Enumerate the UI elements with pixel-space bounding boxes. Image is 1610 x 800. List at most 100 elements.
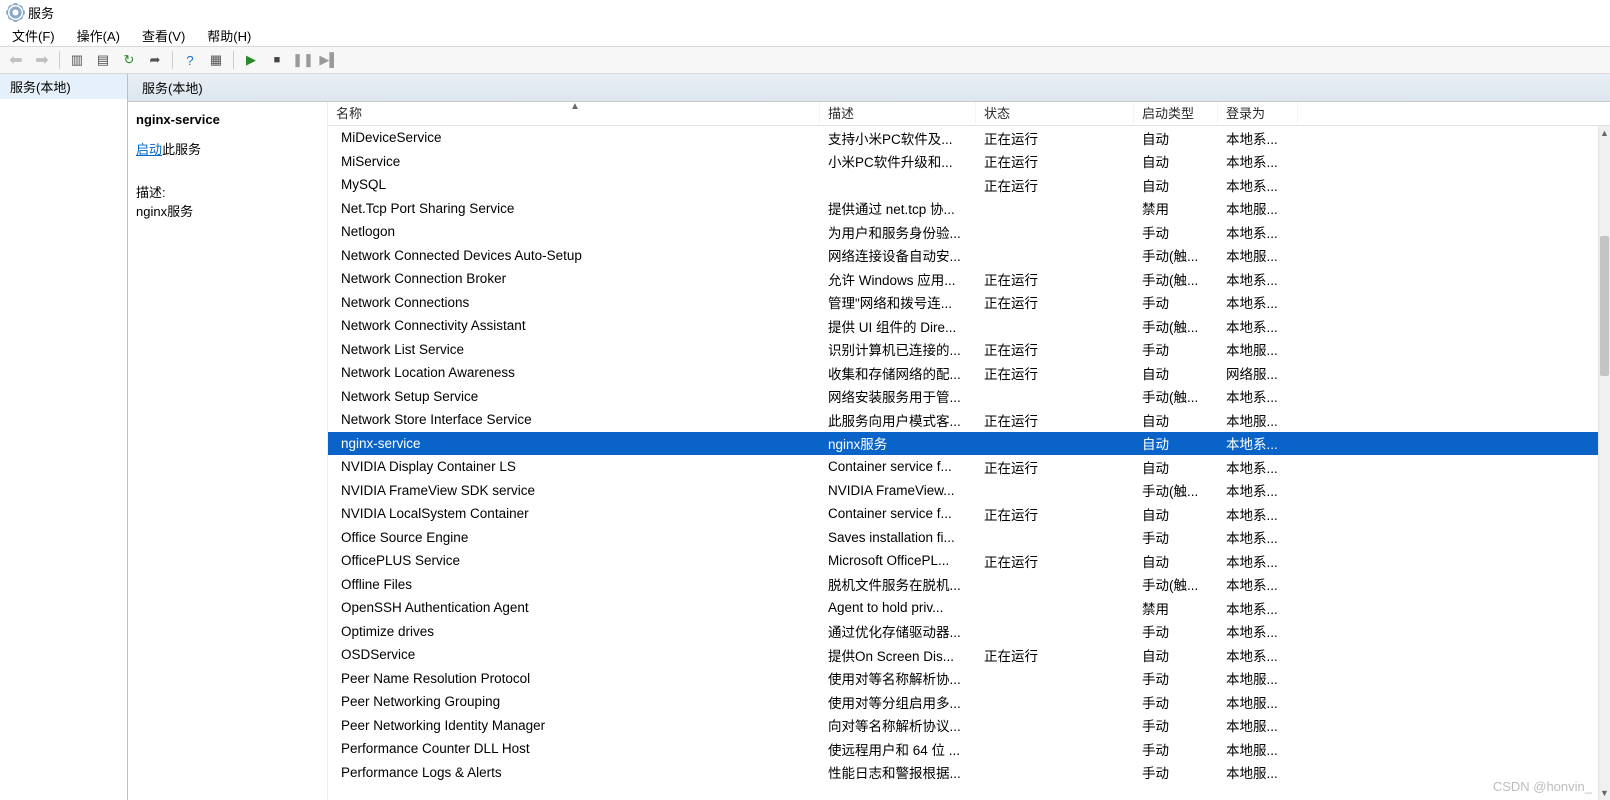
service-desc: 网络安装服务用于管... [820,386,976,406]
table-row[interactable]: Optimize drives通过优化存储驱动器...手动本地系... [328,620,1610,644]
service-name: Optimize drives [341,624,434,639]
menu-help[interactable]: 帮助(H) [203,24,255,47]
table-row[interactable]: MiService小米PC软件升级和...正在运行自动本地系... [328,150,1610,174]
tree-root-services-local[interactable]: 服务(本地) [0,74,127,99]
menu-file[interactable]: 文件(F) [8,24,59,47]
service-name: Offline Files [341,577,412,592]
table-row[interactable]: nginx-servicenginx服务自动本地系... [328,432,1610,456]
table-row[interactable]: Network Location Awareness收集和存储网络的配...正在… [328,361,1610,385]
service-startup: 手动 [1134,222,1218,242]
service-name: OpenSSH Authentication Agent [341,600,529,615]
column-header-status[interactable]: 状态 [976,102,1134,125]
column-header-logon[interactable]: 登录为 [1218,102,1298,125]
export-list-button[interactable]: ➦ [143,49,167,71]
table-row[interactable]: Peer Networking Identity Manager向对等名称解析协… [328,714,1610,738]
service-logon: 本地系... [1218,151,1298,171]
table-row[interactable]: Network Setup Service网络安装服务用于管...手动(触...… [328,385,1610,409]
start-service-button[interactable]: ▶ [239,49,263,71]
refresh-button[interactable]: ↻ [117,49,141,71]
table-row[interactable]: OSDService提供On Screen Dis...正在运行自动本地系... [328,643,1610,667]
menu-bar: 文件(F) 操作(A) 查看(V) 帮助(H) [0,24,1610,46]
vertical-scrollbar[interactable]: ▲ ▼ [1598,126,1610,800]
table-row[interactable]: MiDeviceService支持小米PC软件及...正在运行自动本地系... [328,126,1610,150]
column-header-desc[interactable]: 描述 [820,102,976,125]
scroll-thumb[interactable] [1600,236,1609,376]
nav-forward-button[interactable]: ➡ [30,49,54,71]
menu-view[interactable]: 查看(V) [138,24,189,47]
service-name: Network Connections [341,295,469,310]
service-startup: 自动 [1134,151,1218,171]
service-logon: 本地服... [1218,198,1298,218]
start-service-link[interactable]: 启动 [136,142,162,157]
service-logon: 本地系... [1218,316,1298,336]
nav-back-button[interactable]: ⬅ [4,49,28,71]
table-row[interactable]: Performance Counter DLL Host 使远程用户和 64 位 … [328,737,1610,761]
service-name: NVIDIA Display Container LS [341,459,516,474]
table-row[interactable]: Network Connectivity Assistant提供 UI 组件的 … [328,314,1610,338]
service-status: 正在运行 [976,457,1134,477]
table-row[interactable]: OfficePLUS ServiceMicrosoft OfficePL...正… [328,549,1610,573]
table-row[interactable]: Peer Name Resolution Protocol使用对等名称解析协..… [328,667,1610,691]
service-desc: 使远程用户和 64 位 ... [820,739,976,759]
service-name: Peer Networking Grouping [341,694,500,709]
service-name: Performance Counter DLL Host [341,741,530,756]
service-name: Network List Service [341,342,464,357]
service-status: 正在运行 [976,269,1134,289]
show-hide-tree-button[interactable]: ▥ [65,49,89,71]
arrow-left-icon: ⬅ [9,50,22,70]
table-row[interactable]: Network Connected Devices Auto-Setup网络连接… [328,244,1610,268]
service-name: Performance Logs & Alerts [341,765,502,780]
table-row[interactable]: MySQL正在运行自动本地系... [328,173,1610,197]
table-row[interactable]: Offline Files脱机文件服务在脱机...手动(触...本地系... [328,573,1610,597]
service-name: Network Store Interface Service [341,412,532,427]
table-row[interactable]: Network List Service识别计算机已连接的...正在运行手动本地… [328,338,1610,362]
table-row[interactable]: Netlogon为用户和服务身份验...手动本地系... [328,220,1610,244]
service-desc: 识别计算机已连接的... [820,339,976,359]
toolbar-separator [172,51,173,69]
service-logon: 本地系... [1218,621,1298,641]
table-row[interactable]: OpenSSH Authentication AgentAgent to hol… [328,596,1610,620]
service-logon: 本地服... [1218,668,1298,688]
table-row[interactable]: Net.Tcp Port Sharing Service提供通过 net.tcp… [328,197,1610,221]
sheet-button[interactable]: ▦ [204,49,228,71]
scroll-up-icon[interactable]: ▲ [1599,126,1610,140]
services-app-icon [6,3,24,21]
service-logon: 本地服... [1218,245,1298,265]
table-row[interactable]: NVIDIA Display Container LSContainer ser… [328,455,1610,479]
service-logon: 本地系... [1218,551,1298,571]
pause-service-button[interactable]: ❚❚ [291,49,315,71]
table-row[interactable]: NVIDIA LocalSystem ContainerContainer se… [328,502,1610,526]
help-button[interactable]: ? [178,49,202,71]
stop-service-button[interactable]: ■ [265,49,289,71]
service-startup: 自动 [1134,645,1218,665]
service-name: OSDService [341,647,415,662]
restart-service-button[interactable]: ▶▌ [317,49,341,71]
service-desc: 向对等名称解析协议... [820,715,976,735]
service-startup: 手动 [1134,527,1218,547]
table-row[interactable]: Network Connections管理"网络和拨号连...正在运行手动本地系… [328,291,1610,315]
service-logon: 本地系... [1218,504,1298,524]
menu-action[interactable]: 操作(A) [73,24,124,47]
scroll-down-icon[interactable]: ▼ [1599,786,1610,800]
table-row[interactable]: Network Store Interface Service此服务向用户模式客… [328,408,1610,432]
properties-button[interactable]: ▤ [91,49,115,71]
table-row[interactable]: Office Source EngineSaves installation f… [328,526,1610,550]
refresh-icon: ↻ [124,52,135,68]
service-startup: 自动 [1134,457,1218,477]
service-desc: 允许 Windows 应用... [820,269,976,289]
help-icon: ? [186,53,193,68]
table-row[interactable]: Network Connection Broker允许 Windows 应用..… [328,267,1610,291]
service-name: Peer Name Resolution Protocol [341,671,530,686]
service-startup: 自动 [1134,551,1218,571]
column-header-startup[interactable]: 启动类型 [1134,102,1218,125]
table-row[interactable]: Performance Logs & Alerts性能日志和警报根据...手动本… [328,761,1610,785]
table-row[interactable]: Peer Networking Grouping使用对等分组启用多...手动本地… [328,690,1610,714]
service-list-pane: 名称 描述 状态 启动类型 登录为 ▲ MiDeviceService支持小米P… [328,102,1610,800]
content-row: nginx-service 启动此服务 描述: nginx服务 名称 描述 状态… [128,102,1610,800]
table-row[interactable]: NVIDIA FrameView SDK serviceNVIDIA Frame… [328,479,1610,503]
service-status: 正在运行 [976,175,1134,195]
service-name: Network Location Awareness [341,365,515,380]
page-icon: ▤ [97,52,109,68]
service-logon: 网络服... [1218,363,1298,383]
service-logon: 本地服... [1218,339,1298,359]
